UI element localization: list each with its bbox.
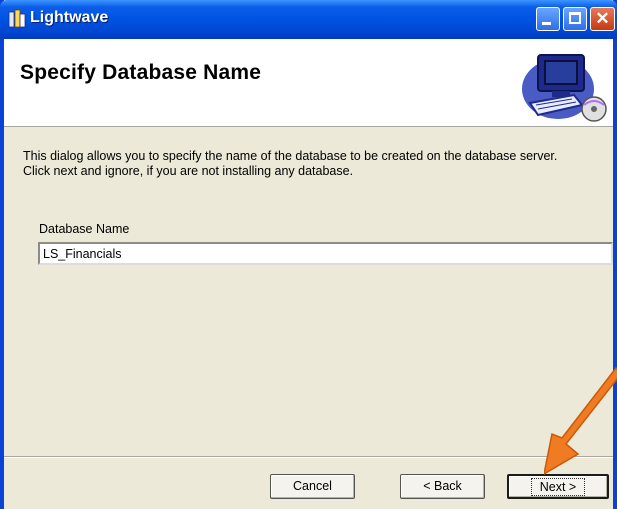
maximize-button[interactable] (563, 7, 587, 31)
close-button[interactable]: ✕ (590, 7, 615, 31)
annotation-arrow-icon (544, 366, 617, 475)
window-title: Lightwave (30, 9, 109, 26)
close-icon: ✕ (595, 9, 610, 28)
maximize-icon (569, 12, 581, 24)
minimize-button[interactable] (536, 7, 560, 31)
app-icon (8, 9, 26, 28)
cancel-button[interactable]: Cancel (270, 474, 355, 499)
next-button-label: Next > (530, 478, 586, 496)
back-button[interactable]: < Back (400, 474, 485, 499)
database-name-label: Database Name (39, 222, 130, 236)
database-name-input[interactable] (38, 242, 613, 265)
button-separator (4, 456, 613, 458)
instructions-text: This dialog allows you to specify the na… (23, 149, 557, 179)
header-panel: Specify Database Name (4, 39, 613, 127)
minimize-icon (542, 22, 551, 25)
instructions-line-1: This dialog allows you to specify the na… (23, 149, 558, 163)
computer-setup-icon (522, 54, 607, 122)
next-button[interactable]: Next > (507, 474, 609, 499)
installer-window: Lightwave ✕ Specify Database Name This d… (0, 0, 617, 509)
page-title: Specify Database Name (20, 61, 262, 84)
instructions-line-2: Click next and ignore, if you are not in… (23, 164, 354, 178)
title-bar[interactable]: Lightwave ✕ (0, 0, 617, 39)
